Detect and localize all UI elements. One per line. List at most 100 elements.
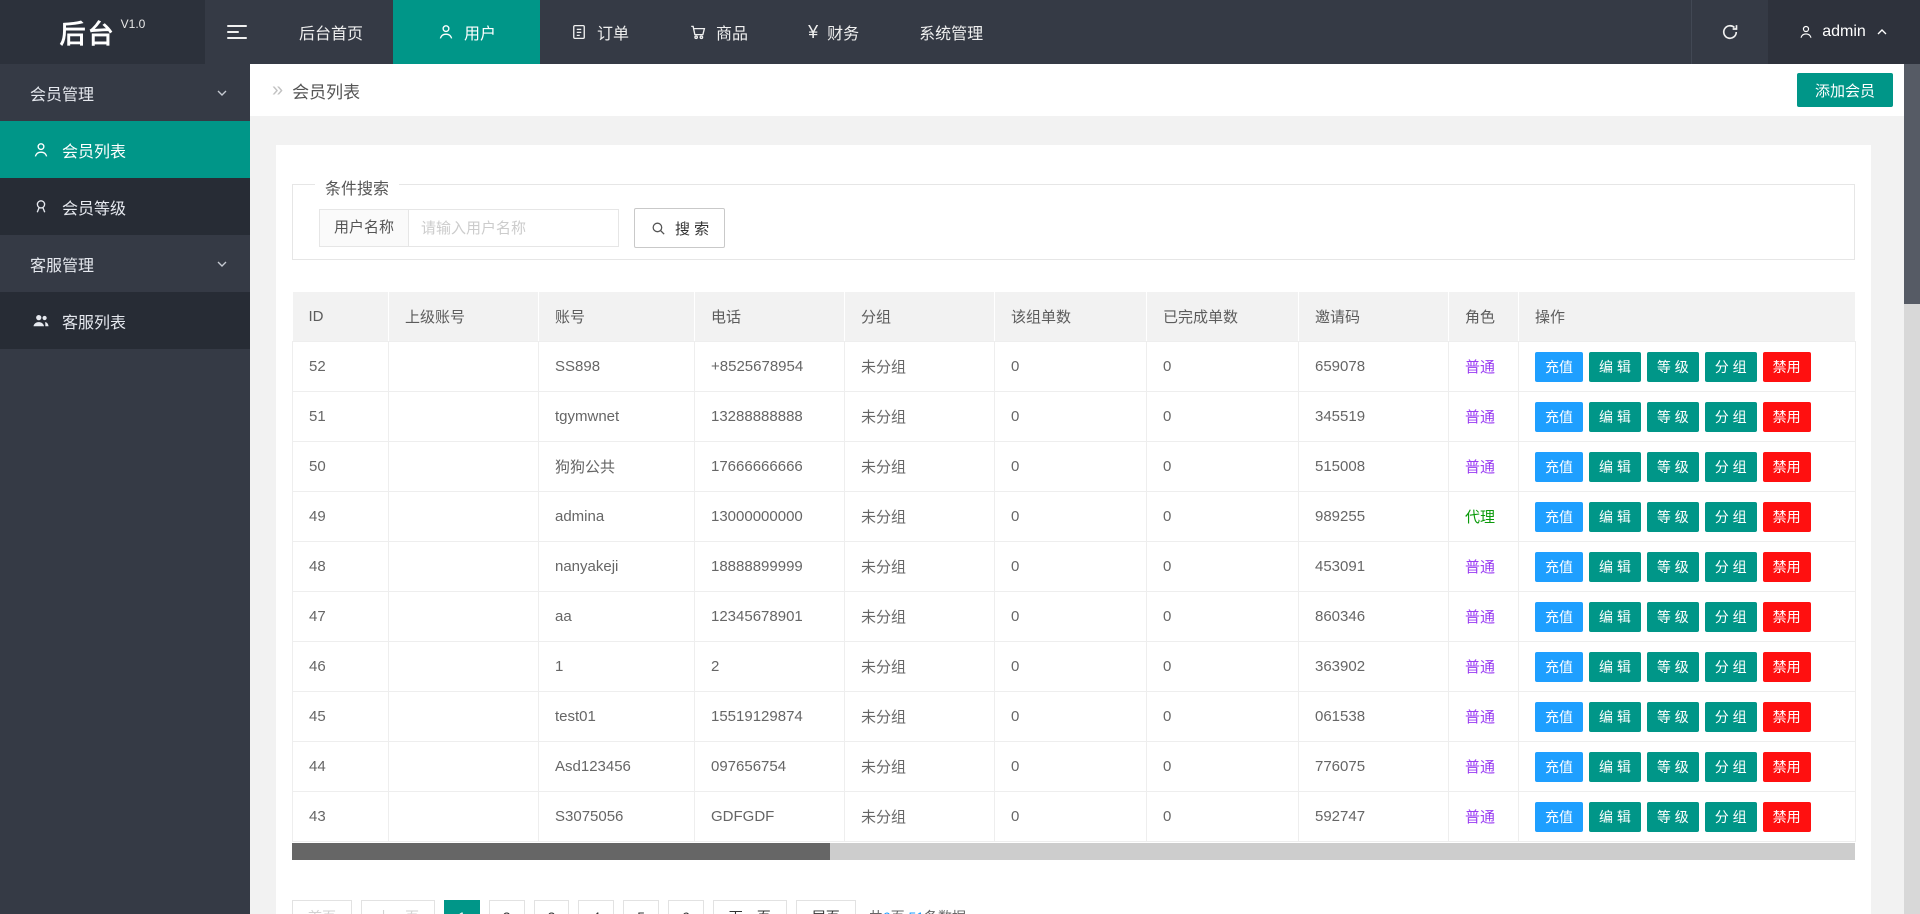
user-menu[interactable]: admin: [1768, 0, 1920, 64]
sidebar-group-service-mgmt[interactable]: 客服管理: [0, 235, 250, 292]
recharge-button[interactable]: 充值: [1535, 752, 1583, 782]
cell-account: admina: [539, 492, 695, 542]
document-icon: [570, 23, 588, 41]
cell-invite_code: 860346: [1299, 592, 1449, 642]
add-member-button[interactable]: 添加会员: [1797, 73, 1893, 107]
edit-button[interactable]: 编 辑: [1589, 552, 1641, 582]
recharge-button[interactable]: 充值: [1535, 702, 1583, 732]
nav-item-users[interactable]: 用户: [393, 0, 540, 64]
disable-button[interactable]: 禁用: [1763, 452, 1811, 482]
recharge-button[interactable]: 充值: [1535, 452, 1583, 482]
edit-button[interactable]: 编 辑: [1589, 802, 1641, 832]
group-button[interactable]: 分 组: [1705, 402, 1757, 432]
group-button[interactable]: 分 组: [1705, 702, 1757, 732]
disable-button[interactable]: 禁用: [1763, 402, 1811, 432]
cell-account: test01: [539, 692, 695, 742]
disable-button[interactable]: 禁用: [1763, 352, 1811, 382]
sidebar-item-service-list[interactable]: 客服列表: [0, 292, 250, 349]
cell-completed_orders: 0: [1147, 742, 1299, 792]
edit-button[interactable]: 编 辑: [1589, 752, 1641, 782]
cell-role: 普通: [1449, 642, 1519, 692]
disable-button[interactable]: 禁用: [1763, 802, 1811, 832]
menu-toggle-button[interactable]: [205, 0, 269, 64]
nav-item-goods[interactable]: 商品: [659, 0, 778, 64]
recharge-button[interactable]: 充值: [1535, 502, 1583, 532]
content-card: 条件搜索 用户名称 搜 索 ID上级账号账号电话分组该组单数已完成单数邀请码角色…: [276, 145, 1871, 914]
level-button[interactable]: 等 级: [1647, 652, 1699, 682]
recharge-button[interactable]: 充值: [1535, 402, 1583, 432]
page-next-button[interactable]: 下一页: [713, 900, 787, 914]
cell-group: 未分组: [845, 492, 995, 542]
recharge-button[interactable]: 充值: [1535, 802, 1583, 832]
cell-group: 未分组: [845, 642, 995, 692]
disable-button[interactable]: 禁用: [1763, 752, 1811, 782]
recharge-button[interactable]: 充值: [1535, 602, 1583, 632]
edit-button[interactable]: 编 辑: [1589, 502, 1641, 532]
nav-item-system[interactable]: 系统管理: [889, 0, 1013, 64]
refresh-button[interactable]: [1691, 0, 1768, 64]
horizontal-scrollbar-thumb[interactable]: [292, 843, 830, 860]
edit-button[interactable]: 编 辑: [1589, 702, 1641, 732]
page-number-2[interactable]: 2: [489, 900, 525, 914]
level-button[interactable]: 等 级: [1647, 452, 1699, 482]
table-row: 43S3075056GDFGDF未分组00592747普通充值编 辑等 级分 组…: [293, 792, 1856, 842]
page-number-6[interactable]: 6: [668, 900, 704, 914]
sidebar-item-member-level[interactable]: 会员等级: [0, 178, 250, 235]
page-number-3[interactable]: 3: [534, 900, 570, 914]
main-area: » 会员列表 添加会员 条件搜索 用户名称 搜 索 ID上级账号账号电话分组该组…: [250, 64, 1920, 914]
search-button[interactable]: 搜 索: [634, 208, 725, 248]
cell-invite_code: 989255: [1299, 492, 1449, 542]
column-header-0: ID: [293, 292, 389, 342]
group-button[interactable]: 分 组: [1705, 652, 1757, 682]
nav-item-orders[interactable]: 订单: [540, 0, 659, 64]
disable-button[interactable]: 禁用: [1763, 602, 1811, 632]
cell-account: SS898: [539, 342, 695, 392]
edit-button[interactable]: 编 辑: [1589, 452, 1641, 482]
sidebar-group-member-mgmt[interactable]: 会员管理: [0, 64, 250, 121]
group-button[interactable]: 分 组: [1705, 602, 1757, 632]
username-input[interactable]: [409, 209, 619, 247]
edit-button[interactable]: 编 辑: [1589, 652, 1641, 682]
recharge-button[interactable]: 充值: [1535, 552, 1583, 582]
cell-group: 未分组: [845, 392, 995, 442]
group-button[interactable]: 分 组: [1705, 752, 1757, 782]
level-button[interactable]: 等 级: [1647, 552, 1699, 582]
level-button[interactable]: 等 级: [1647, 602, 1699, 632]
vertical-scrollbar-thumb[interactable]: [1904, 64, 1920, 304]
edit-button[interactable]: 编 辑: [1589, 402, 1641, 432]
page-last-button[interactable]: 尾页: [796, 900, 856, 914]
level-button[interactable]: 等 级: [1647, 402, 1699, 432]
vertical-scrollbar[interactable]: [1904, 64, 1920, 914]
level-button[interactable]: 等 级: [1647, 502, 1699, 532]
page-prev-button[interactable]: 上一页: [361, 900, 435, 914]
sidebar-item-member-list[interactable]: 会员列表: [0, 121, 250, 178]
cell-actions: 充值编 辑等 级分 组禁用: [1519, 442, 1856, 492]
column-header-2: 账号: [539, 292, 695, 342]
edit-button[interactable]: 编 辑: [1589, 602, 1641, 632]
group-button[interactable]: 分 组: [1705, 502, 1757, 532]
level-button[interactable]: 等 级: [1647, 752, 1699, 782]
nav-item-finance[interactable]: ¥财务: [778, 0, 889, 64]
level-button[interactable]: 等 级: [1647, 702, 1699, 732]
page-number-1[interactable]: 1: [444, 900, 480, 914]
group-button[interactable]: 分 组: [1705, 352, 1757, 382]
cell-completed_orders: 0: [1147, 342, 1299, 392]
level-button[interactable]: 等 级: [1647, 802, 1699, 832]
horizontal-scrollbar[interactable]: [292, 843, 1855, 860]
group-button[interactable]: 分 组: [1705, 452, 1757, 482]
page-number-5[interactable]: 5: [623, 900, 659, 914]
page-first-button[interactable]: 首页: [292, 900, 352, 914]
disable-button[interactable]: 禁用: [1763, 652, 1811, 682]
nav-item-home[interactable]: 后台首页: [269, 0, 393, 64]
page-number-4[interactable]: 4: [578, 900, 614, 914]
disable-button[interactable]: 禁用: [1763, 702, 1811, 732]
disable-button[interactable]: 禁用: [1763, 502, 1811, 532]
level-button[interactable]: 等 级: [1647, 352, 1699, 382]
group-button[interactable]: 分 组: [1705, 802, 1757, 832]
recharge-button[interactable]: 充值: [1535, 652, 1583, 682]
disable-button[interactable]: 禁用: [1763, 552, 1811, 582]
edit-button[interactable]: 编 辑: [1589, 352, 1641, 382]
group-button[interactable]: 分 组: [1705, 552, 1757, 582]
recharge-button[interactable]: 充值: [1535, 352, 1583, 382]
cell-id: 46: [293, 642, 389, 692]
